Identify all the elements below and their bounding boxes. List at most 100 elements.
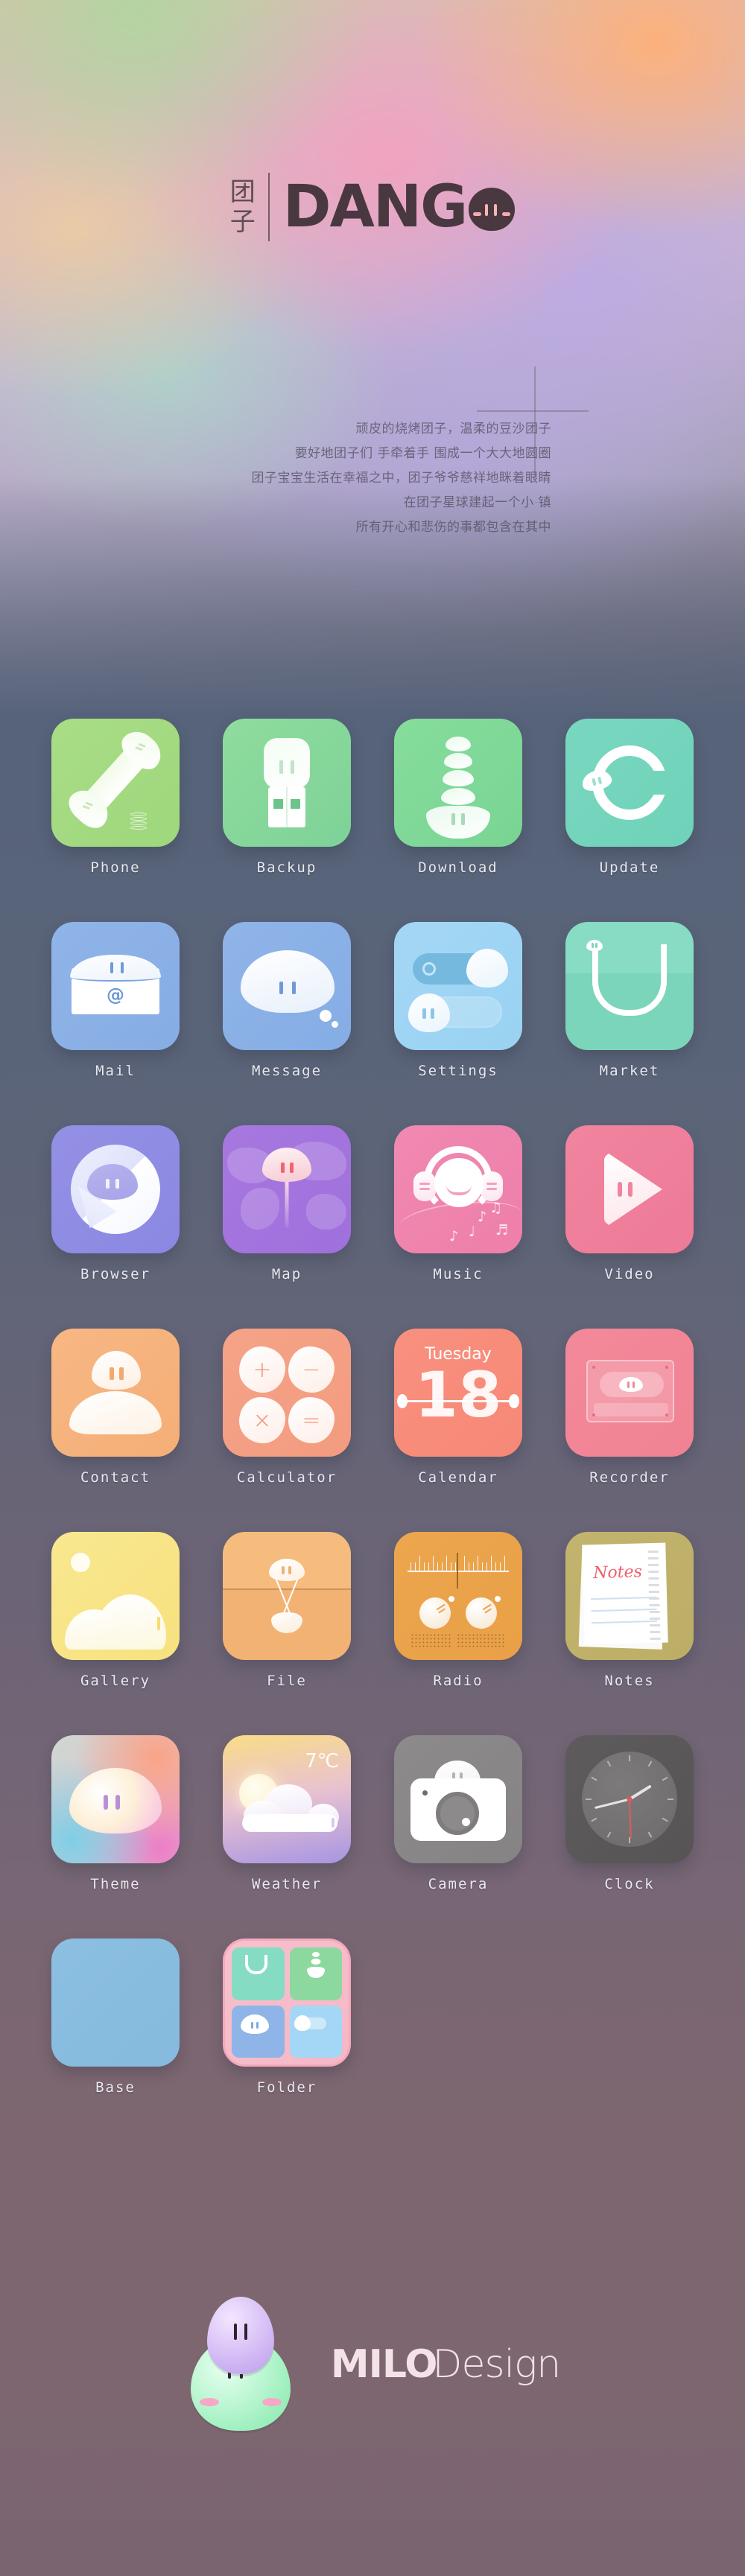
download-arrow-dango-icon[interactable]	[394, 719, 522, 847]
toggle-on	[413, 949, 508, 988]
brand-logo-chinese: 团 子	[230, 177, 268, 237]
sun-cloud-icon[interactable]: 7℃	[223, 1735, 351, 1863]
hill-eye	[157, 1617, 160, 1630]
download-arrow-head	[426, 806, 490, 839]
dango-eye-left	[485, 204, 489, 216]
landscape-sun-icon[interactable]	[51, 1532, 180, 1660]
app-label: Video	[604, 1266, 655, 1282]
gradient-dango-icon[interactable]	[51, 1735, 180, 1863]
hourglass-box-icon[interactable]	[223, 1532, 351, 1660]
logo-divider	[267, 173, 270, 241]
app-cell-phone[interactable]: Phone	[30, 719, 201, 876]
clock-pivot	[627, 1796, 633, 1802]
calendar-rod	[397, 1394, 519, 1408]
speech-bubble-dango-icon[interactable]	[223, 922, 351, 1050]
app-cell-recorder[interactable]: Recorder	[544, 1329, 715, 1486]
app-icon-grid: Phone Backup Download Update @ Mail Mess…	[0, 719, 745, 2096]
app-label: Market	[599, 1063, 660, 1079]
app-cell-music[interactable]: ♪ ♫ ♩ ♪ ♬ Music	[372, 1125, 544, 1282]
map-pin-dango-icon[interactable]	[223, 1125, 351, 1253]
clock-face	[582, 1752, 677, 1847]
app-cell-radio[interactable]: Radio	[372, 1532, 544, 1689]
music-note: ♪	[449, 1228, 459, 1244]
camera-icon[interactable]	[394, 1735, 522, 1863]
app-label: Update	[599, 859, 660, 876]
envelope-at-icon[interactable]: @	[51, 922, 180, 1050]
app-cell-market[interactable]: Market	[544, 922, 715, 1079]
radio-tuner-icon[interactable]	[394, 1532, 522, 1660]
chrome-circle-dango-icon[interactable]	[51, 1125, 180, 1253]
music-note: ♪	[478, 1209, 487, 1225]
app-label: Message	[251, 1063, 323, 1079]
handset-mouthpiece	[63, 783, 115, 834]
app-cell-notes[interactable]: Notes Notes	[544, 1532, 715, 1689]
music-note: ♩	[469, 1224, 475, 1240]
app-cell-folder[interactable]: Folder	[201, 1939, 372, 2096]
shopping-bag-icon[interactable]	[565, 922, 694, 1050]
app-cell-backup[interactable]: Backup	[201, 719, 372, 876]
app-cell-base[interactable]: Base	[30, 1939, 201, 2096]
play-eyes	[603, 1151, 664, 1228]
app-cell-mail[interactable]: @ Mail	[30, 922, 201, 1079]
app-cell-update[interactable]: Update	[544, 719, 715, 876]
weather-temperature: 7℃	[305, 1750, 339, 1772]
person-dango-icon[interactable]	[51, 1329, 180, 1457]
folder-mini-message	[232, 2005, 285, 2058]
app-cell-map[interactable]: Map	[201, 1125, 372, 1282]
app-cell-camera[interactable]: Camera	[372, 1735, 544, 1892]
headphones-face-icon[interactable]: ♪ ♫ ♩ ♪ ♬	[394, 1125, 522, 1253]
poem-line: 要好地团子们 手牵着手 围成一个大大地圆圈	[294, 446, 551, 461]
phone-handset-icon[interactable]	[51, 719, 180, 847]
app-cell-video[interactable]: Video	[544, 1125, 715, 1282]
app-cell-weather[interactable]: 7℃ Weather	[201, 1735, 372, 1892]
footer-brand: MILO Design	[0, 2294, 745, 2435]
app-cell-message[interactable]: Message	[201, 922, 372, 1079]
notepad-icon[interactable]: Notes	[565, 1532, 694, 1660]
app-cell-theme[interactable]: Theme	[30, 1735, 201, 1892]
calendar-day-number: 18	[414, 1358, 502, 1431]
app-label: Gallery	[80, 1673, 151, 1689]
usb-drive-icon[interactable]	[223, 719, 351, 847]
speaker-grille-right	[464, 1633, 506, 1648]
analog-clock-icon[interactable]	[565, 1735, 694, 1863]
app-cell-file[interactable]: File	[201, 1532, 372, 1689]
person-head	[92, 1351, 141, 1390]
cassette-tape-icon[interactable]	[565, 1329, 694, 1457]
folder-grid-icon[interactable]	[223, 1939, 351, 2067]
app-cell-calculator[interactable]: + − × = Calculator	[201, 1329, 372, 1486]
hourglass-bottom-dango	[271, 1612, 302, 1633]
calendar-date-icon[interactable]: Tuesday 18	[394, 1329, 522, 1457]
brand-logo-latin: DANG	[270, 174, 516, 241]
app-cell-download[interactable]: Download	[372, 719, 544, 876]
brand-logo-text: DANG	[282, 174, 468, 241]
decorative-horizontal-line	[477, 410, 589, 412]
poem-line: 团子宝宝生活在幸福之中，团子爷爷慈祥地眯着眼睛	[251, 471, 551, 486]
app-cell-browser[interactable]: Browser	[30, 1125, 201, 1282]
dango-eye-right	[494, 204, 498, 216]
app-cell-gallery[interactable]: Gallery	[30, 1532, 201, 1689]
handset-earpiece	[115, 724, 168, 776]
camera-flash-dot	[422, 1790, 428, 1796]
toggle-switches-icon[interactable]	[394, 922, 522, 1050]
app-cell-settings[interactable]: Settings	[372, 922, 544, 1079]
calculator-keys-icon[interactable]: + − × =	[223, 1329, 351, 1457]
refresh-ring-icon[interactable]	[565, 719, 694, 847]
app-label: Music	[433, 1266, 484, 1282]
app-label: Calendar	[418, 1469, 498, 1486]
dango-face-o-icon	[469, 188, 516, 231]
brand-name-bold: MILO	[330, 2342, 438, 2387]
bubble-dot-small	[332, 1021, 338, 1028]
app-cell-clock[interactable]: Clock	[544, 1735, 715, 1892]
play-triangle-dango-icon[interactable]	[565, 1125, 694, 1253]
app-label: File	[267, 1673, 307, 1689]
plain-tile-icon[interactable]	[51, 1939, 180, 2067]
clock-second-hand	[629, 1799, 632, 1839]
folder-mini-download	[289, 1947, 342, 2000]
app-cell-calendar[interactable]: Tuesday 18 Calendar	[372, 1329, 544, 1486]
usb-connector	[268, 787, 305, 827]
radio-knob-left	[419, 1596, 454, 1629]
app-cell-contact[interactable]: Contact	[30, 1329, 201, 1486]
pin-needle	[285, 1174, 289, 1228]
hourglass-top-dango	[269, 1559, 305, 1581]
envelope-flap	[70, 955, 161, 982]
